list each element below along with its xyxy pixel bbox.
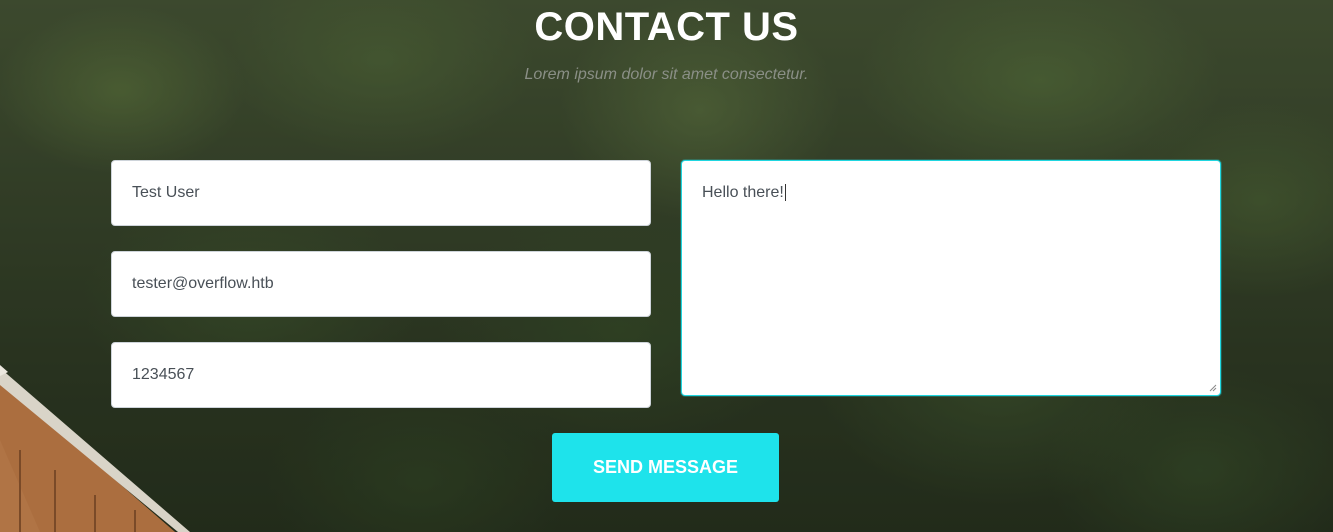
message-textarea-value: Hello there! xyxy=(702,184,784,201)
message-textarea[interactable]: Hello there! xyxy=(681,160,1221,396)
name-input-value: Test User xyxy=(132,184,200,201)
email-input-value: tester@overflow.htb xyxy=(132,275,274,292)
resize-handle-icon[interactable] xyxy=(1209,384,1217,392)
send-message-button[interactable]: SEND MESSAGE xyxy=(552,433,779,502)
phone-input-value: 1234567 xyxy=(132,366,195,383)
email-input[interactable]: tester@overflow.htb xyxy=(111,251,651,317)
phone-input[interactable]: 1234567 xyxy=(111,342,651,408)
text-caret xyxy=(784,184,786,201)
name-input[interactable]: Test User xyxy=(111,160,651,226)
page-subtitle: Lorem ipsum dolor sit amet consectetur. xyxy=(524,66,809,83)
page-title: CONTACT US xyxy=(534,5,799,49)
